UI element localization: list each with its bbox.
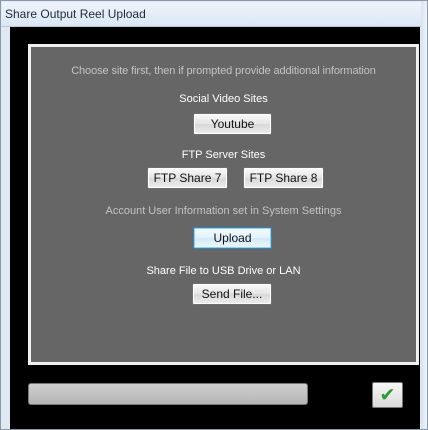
window-right-frame [421,1,427,429]
dialog-content-area: Choose site first, then if prompted prov… [10,27,420,429]
youtube-button[interactable]: Youtube [193,113,272,135]
share-options-panel: Choose site first, then if prompted prov… [28,44,419,365]
share-output-reel-upload-window: Share Output Reel Upload Choose site fir… [0,0,428,430]
check-icon: ✔ [379,384,396,406]
confirm-check-button[interactable]: ✔ [372,382,403,408]
instruction-text: Choose site first, then if prompted prov… [71,65,376,77]
upload-button[interactable]: Upload [193,227,272,249]
share-file-usb-lan-label: Share File to USB Drive or LAN [146,265,301,277]
upload-progress-bar [28,383,308,405]
window-title: Share Output Reel Upload [5,7,146,21]
send-file-button[interactable]: Send File... [192,283,272,305]
account-info-label: Account User Information set in System S… [105,205,342,217]
window-titlebar[interactable]: Share Output Reel Upload [2,2,422,26]
social-video-sites-label: Social Video Sites [179,93,268,105]
ftp-share-8-button[interactable]: FTP Share 8 [243,167,324,189]
ftp-share-7-button[interactable]: FTP Share 7 [147,167,228,189]
ftp-server-sites-label: FTP Server Sites [181,149,266,161]
